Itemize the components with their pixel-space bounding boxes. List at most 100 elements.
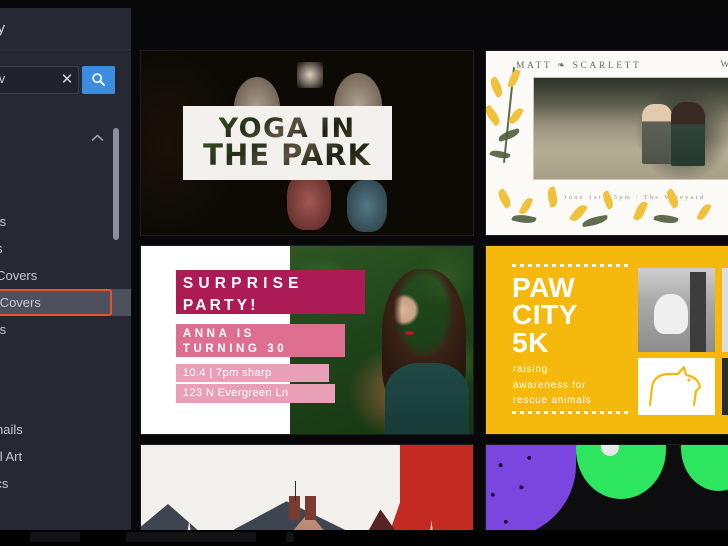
paw-title: PAW CITY 5K (512, 272, 578, 358)
clear-search-icon[interactable]: ✕ (59, 71, 75, 89)
search-input-value: ent Cov (0, 72, 6, 86)
paw-subtitle: raising awareness for rescue animals (513, 362, 591, 409)
collapse-section-button[interactable] (90, 133, 106, 145)
template-card-pop-up-shop[interactable]: POP UP SHO (485, 444, 728, 530)
detail-block-time: 10.4 | 7pm sharp (175, 363, 329, 383)
template-card-yoga-in-the-park[interactable]: YOGA IN THE PARK (140, 50, 474, 236)
headline-line-2: PARTY! (182, 297, 259, 315)
green-circle-large (576, 445, 666, 499)
chimney (305, 495, 317, 520)
detail-block-address: 123 N Evergreen Ln (175, 384, 336, 403)
template-gallery: YOGA IN THE PARK MATT ❧ SCARLETT W June … (131, 8, 728, 530)
sidebar-item-headers[interactable]: ers (0, 370, 131, 397)
sidebar-item-label: ories (0, 322, 7, 337)
sidebar-item-graphics[interactable]: phics (0, 470, 131, 497)
sidebar-header: brary (0, 8, 131, 50)
sidebar-item-posts[interactable]: sts (0, 181, 131, 208)
paw-title-line-2: CITY (512, 299, 578, 331)
raised-hands (297, 62, 324, 89)
template-thumbnail (141, 445, 473, 530)
lips (405, 330, 415, 335)
title-plate: YOGA IN THE PARK (182, 106, 392, 180)
bottom-bar-segment (126, 532, 256, 542)
sidebar-item-thumbnails[interactable]: mbnails (0, 416, 131, 443)
sidebar-item-label: ories (0, 214, 7, 229)
bottom-bar-segment (30, 532, 80, 542)
detail-time: 10.4 | 7pm sharp (182, 366, 272, 379)
yoga-figure (287, 172, 332, 231)
sidebar-category-list: dia sts ories vers ge Covers ent Covers … (0, 154, 131, 497)
sidebar-item-posts-2[interactable]: sts (0, 343, 131, 370)
chimney (288, 495, 300, 520)
wedding-word: W (720, 60, 728, 70)
torso (385, 362, 470, 434)
page-title: brary (0, 20, 6, 37)
green-circle-right (681, 445, 728, 491)
paw-title-line-1: PAW (512, 272, 576, 303)
sidebar-scrollbar-thumb[interactable] (113, 128, 119, 240)
window-top-strip (0, 0, 728, 8)
left-sidebar: brary ent Cov ✕ dia sts (0, 8, 131, 530)
sidebar-item-label: nnel Art (0, 449, 23, 464)
yoga-title-line-2: THE PARK (203, 138, 371, 173)
purple-squiggle-shape (486, 445, 576, 530)
sidebar-item-social-media[interactable]: dia (0, 154, 131, 181)
floral-decoration-bottom (486, 183, 728, 235)
dog-outline-icon (648, 365, 702, 407)
template-thumbnail: POP UP SHO (486, 445, 728, 530)
headline-line-1: SURPRISE (182, 275, 304, 293)
sidebar-item-covers[interactable]: vers (0, 235, 131, 262)
bride-figure (670, 102, 705, 167)
sidebar-item-label: mbnails (0, 422, 23, 437)
search-row: ent Cov ✕ (0, 66, 115, 94)
template-card-matt-and-scarlett-wedding[interactable]: MATT ❧ SCARLETT W June 1st | 5pm / The V… (485, 50, 728, 236)
headline-block: SURPRISE PARTY! (175, 270, 366, 315)
sidebar-item-label: ent Covers (0, 295, 41, 310)
bottom-bar-segment (286, 532, 294, 542)
dog-line-illustration (638, 358, 715, 415)
paw-subtitle-line-1: raising (513, 364, 549, 375)
window-bottom-bar (0, 530, 728, 546)
paw-subtitle-line-2: awareness for (513, 379, 587, 391)
sidebar-item-label: vers (0, 235, 3, 262)
dog-silhouette (654, 294, 688, 334)
search-button[interactable] (82, 66, 115, 94)
subhead-line-1: ANNA IS (182, 328, 255, 341)
photo-strip-bottom (722, 358, 728, 415)
template-card-paw-city-5k[interactable]: PAW CITY 5K raising awareness for rescue… (485, 245, 728, 435)
subhead-block: ANNA IS TURNING 30 (175, 324, 346, 357)
template-thumbnail: PAW CITY 5K raising awareness for rescue… (486, 246, 728, 434)
chevron-up-icon (91, 134, 104, 142)
dog-running-photo (638, 268, 715, 352)
sidebar-item-event-covers[interactable]: ent Covers (0, 289, 131, 316)
template-thumbnail: YOGA IN THE PARK (141, 51, 473, 235)
sidebar-item-stories[interactable]: ories (0, 208, 131, 235)
groom-figure (641, 104, 672, 165)
detail-address: 123 N Evergreen Ln (182, 387, 289, 400)
subhead-line-2: TURNING 30 (182, 343, 288, 356)
template-card-surprise-party[interactable]: SURPRISE PARTY! ANNA IS TURNING 30 10.4 … (140, 245, 474, 435)
sidebar-item-label: ge Covers (0, 268, 38, 283)
antenna (295, 481, 297, 502)
sidebar-item-stories-2[interactable]: ories (0, 316, 131, 343)
yoga-figure (346, 179, 387, 232)
dashed-rule-top (512, 264, 632, 267)
dashed-rule-bottom (512, 411, 632, 414)
template-thumbnail: MATT ❧ SCARLETT W June 1st | 5pm / The V… (486, 51, 728, 235)
paw-title-line-3: 5K (512, 326, 549, 358)
paw-subtitle-line-3: rescue animals (513, 395, 592, 406)
sidebar-item-channel-art[interactable]: nnel Art (0, 443, 131, 470)
search-input[interactable]: ent Cov ✕ (0, 66, 79, 94)
template-thumbnail: SURPRISE PARTY! ANNA IS TURNING 30 10.4 … (141, 246, 473, 434)
app-window: brary ent Cov ✕ dia sts (0, 0, 728, 546)
sidebar-item-label: phics (0, 476, 9, 491)
floral-decoration-left (486, 59, 536, 179)
template-card-house-rooftops[interactable] (140, 444, 474, 530)
photo-strip-top (722, 268, 728, 352)
squiggle-pattern (486, 445, 576, 530)
sidebar-item-page-covers[interactable]: ge Covers (0, 262, 131, 289)
search-icon (92, 73, 106, 87)
runner-legs (690, 272, 706, 352)
couple-photo (533, 77, 728, 180)
